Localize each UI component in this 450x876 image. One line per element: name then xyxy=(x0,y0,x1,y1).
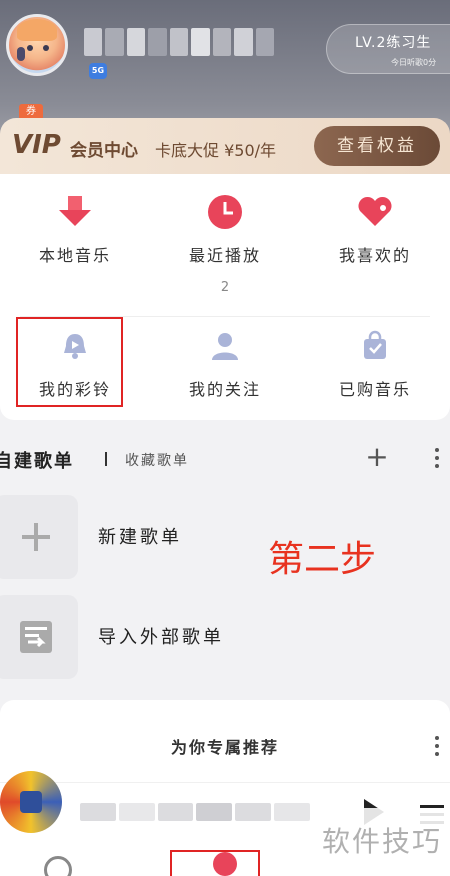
recent-play-label: 最近播放 xyxy=(188,246,261,265)
import-playlist-row[interactable]: 导入外部歌单 xyxy=(0,595,450,681)
heart-icon xyxy=(358,196,392,226)
tab-favorite-playlists[interactable]: 收藏歌单 xyxy=(125,450,189,470)
new-playlist-thumb xyxy=(0,495,78,579)
shopping-bag-icon xyxy=(364,330,386,359)
add-playlist-button[interactable]: + xyxy=(362,442,392,472)
ringtones-highlight-box xyxy=(16,317,123,407)
quick-access-card: 本地音乐 最近播放 2 我喜欢的 我的彩铃 我的关注 已购音乐 xyxy=(0,174,450,420)
me-tab-icon[interactable] xyxy=(213,852,237,876)
username-blurred[interactable] xyxy=(84,28,274,56)
tab-separator xyxy=(105,452,107,466)
plus-icon xyxy=(22,523,50,551)
following-label: 我的关注 xyxy=(188,380,261,399)
recent-play-item[interactable]: 最近播放 xyxy=(150,192,300,266)
recommend-title: 为你专属推荐 xyxy=(170,738,279,757)
vip-logo: VIP xyxy=(12,130,61,160)
avatar-eye-left xyxy=(27,45,33,51)
new-playlist-label: 新建歌单 xyxy=(98,527,182,548)
local-music-item[interactable]: 本地音乐 xyxy=(0,192,150,266)
avatar[interactable] xyxy=(6,14,68,76)
download-arrow-icon xyxy=(59,196,91,226)
step-annotation: 第二步 xyxy=(268,539,377,580)
vip-title: 会员中心 xyxy=(70,141,138,161)
song-title-blurred xyxy=(80,803,310,821)
tab-own-playlists[interactable]: 自建歌单 xyxy=(0,447,74,473)
recommend-more-icon[interactable] xyxy=(428,732,446,762)
new-playlist-row[interactable]: 新建歌单 xyxy=(0,495,450,581)
purchased-label: 已购音乐 xyxy=(338,380,411,399)
view-benefits-button[interactable]: 查看权益 xyxy=(314,126,440,166)
watermark: 软件技巧 xyxy=(314,808,450,876)
avatar-eye-right xyxy=(43,45,49,51)
favorites-item[interactable]: 我喜欢的 xyxy=(300,192,450,266)
level-badge[interactable]: LV.2练习生 今日听歌0分 xyxy=(326,24,450,74)
playlist-tabs: 自建歌单 收藏歌单 + xyxy=(0,440,450,476)
import-icon xyxy=(20,621,52,653)
album-cover[interactable] xyxy=(0,771,62,833)
import-playlist-label: 导入外部歌单 xyxy=(98,627,224,648)
level-sub: 今日听歌0分 xyxy=(391,58,437,67)
music-tab-icon[interactable] xyxy=(44,856,72,876)
local-music-label: 本地音乐 xyxy=(38,246,111,265)
recent-play-count: 2 xyxy=(220,280,230,295)
avatar-mic xyxy=(17,47,25,61)
network-badge: 5G xyxy=(89,63,107,79)
purchased-item[interactable]: 已购音乐 xyxy=(300,330,450,400)
following-item[interactable]: 我的关注 xyxy=(150,330,300,400)
person-icon xyxy=(212,333,238,360)
avatar-hair xyxy=(17,19,57,41)
section-divider xyxy=(0,688,450,700)
import-playlist-thumb xyxy=(0,595,78,679)
vip-banner[interactable]: VIP 会员中心 卡底大促 ¥50/年 查看权益 xyxy=(0,118,450,174)
clock-icon xyxy=(208,195,242,229)
level-label: LV.2练习生 xyxy=(355,35,432,51)
vip-promo: 卡底大促 ¥50/年 xyxy=(155,141,277,160)
more-options-icon[interactable] xyxy=(428,444,446,474)
favorites-label: 我喜欢的 xyxy=(338,246,411,265)
